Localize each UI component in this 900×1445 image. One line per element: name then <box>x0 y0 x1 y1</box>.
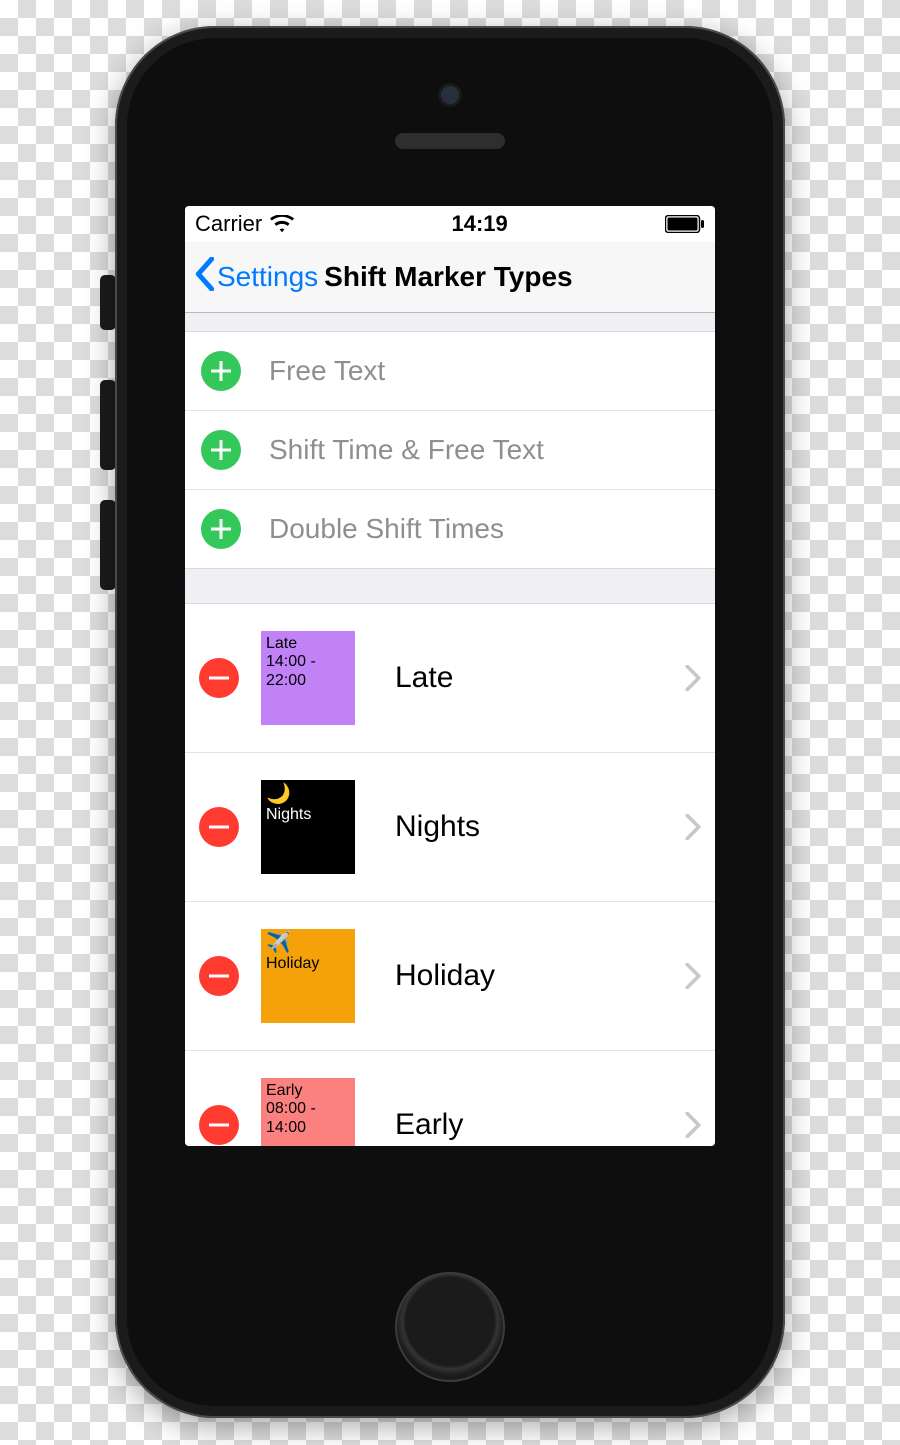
marker-row[interactable]: Early08:00 -14:00Early <box>185 1051 715 1146</box>
back-label: Settings <box>217 261 318 293</box>
mute-switch <box>100 275 116 330</box>
marker-thumbnail-line: Holiday <box>266 955 350 973</box>
marker-thumbnail: Late14:00 -22:00 <box>261 631 355 725</box>
marker-thumbnail-icon: ✈️ <box>266 933 350 953</box>
chevron-right-icon <box>685 963 701 989</box>
page-title: Shift Marker Types <box>324 261 572 293</box>
marker-row[interactable]: 🌙 Nights Nights <box>185 753 715 902</box>
clock: 14:19 <box>451 211 507 237</box>
minus-icon[interactable] <box>199 807 239 847</box>
marker-row[interactable]: Late14:00 -22:00Late <box>185 604 715 753</box>
chevron-right-icon <box>685 814 701 840</box>
marker-thumbnail: ✈️ Holiday <box>261 929 355 1023</box>
marker-row[interactable]: ✈️ Holiday Holiday <box>185 902 715 1051</box>
marker-thumbnail: 🌙 Nights <box>261 780 355 874</box>
back-button[interactable]: Settings <box>195 257 318 298</box>
minus-icon[interactable] <box>199 956 239 996</box>
add-section: Free Text Shift Time & Free Text Double … <box>185 332 715 568</box>
marker-thumbnail-line: 14:00 <box>266 1119 350 1137</box>
marker-thumbnail-line: Late <box>266 635 350 653</box>
chevron-right-icon <box>685 1112 701 1138</box>
volume-down-button <box>100 500 116 590</box>
add-row-label: Free Text <box>269 355 385 387</box>
marker-thumbnail: Early08:00 -14:00 <box>261 1078 355 1146</box>
marker-thumbnail-line: Nights <box>266 806 350 824</box>
marker-label: Early <box>395 1108 663 1142</box>
section-gap <box>185 313 715 332</box>
add-row[interactable]: Shift Time & Free Text <box>185 411 715 490</box>
add-row[interactable]: Double Shift Times <box>185 490 715 568</box>
screen: Carrier 14:19 <box>185 206 715 1146</box>
volume-up-button <box>100 380 116 470</box>
list[interactable]: Free Text Shift Time & Free Text Double … <box>185 313 715 1146</box>
marker-thumbnail-icon: 🌙 <box>266 784 350 804</box>
section-gap <box>185 568 715 604</box>
wifi-icon <box>270 215 294 233</box>
marker-label: Holiday <box>395 959 663 993</box>
markers-section: Late14:00 -22:00Late🌙NightsNights✈️Holid… <box>185 604 715 1146</box>
add-row-label: Double Shift Times <box>269 513 504 545</box>
carrier-label: Carrier <box>195 211 262 237</box>
chevron-left-icon <box>195 257 215 298</box>
marker-thumbnail-line: 22:00 <box>266 672 350 690</box>
minus-icon[interactable] <box>199 1105 239 1145</box>
status-bar: Carrier 14:19 <box>185 206 715 242</box>
minus-icon[interactable] <box>199 658 239 698</box>
plus-icon <box>201 430 241 470</box>
marker-thumbnail-line: 08:00 - <box>266 1100 350 1118</box>
marker-thumbnail-line: Early <box>266 1082 350 1100</box>
home-button[interactable] <box>395 1272 505 1382</box>
earpiece <box>395 133 505 149</box>
add-row[interactable]: Free Text <box>185 332 715 411</box>
add-row-label: Shift Time & Free Text <box>269 434 544 466</box>
battery-icon <box>665 215 705 233</box>
phone-frame: Carrier 14:19 <box>115 26 785 1418</box>
chevron-right-icon <box>685 665 701 691</box>
nav-bar: Settings Shift Marker Types <box>185 242 715 313</box>
marker-thumbnail-line: 14:00 - <box>266 653 350 671</box>
marker-label: Late <box>395 661 663 695</box>
front-camera <box>441 86 459 104</box>
marker-label: Nights <box>395 810 663 844</box>
plus-icon <box>201 351 241 391</box>
plus-icon <box>201 509 241 549</box>
